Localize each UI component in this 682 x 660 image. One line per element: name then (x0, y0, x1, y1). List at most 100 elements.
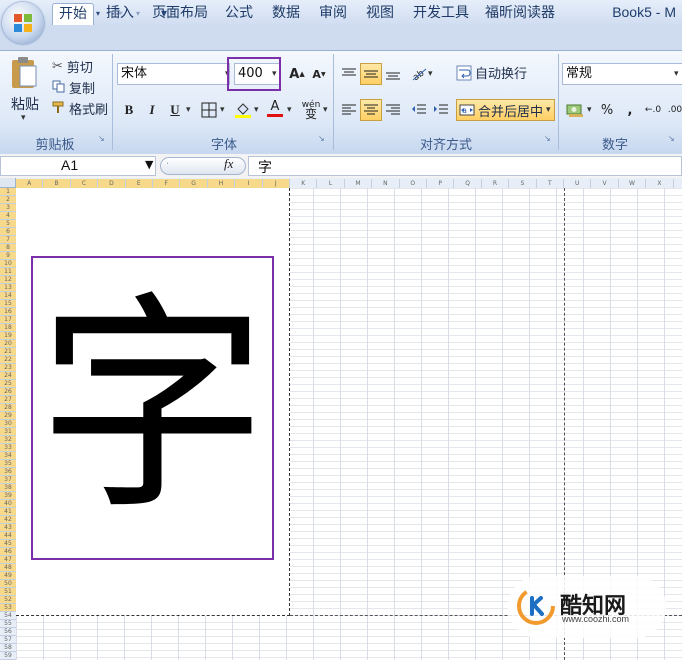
phonetic-dropdown-icon[interactable]: ▾ (323, 105, 328, 115)
row-header[interactable]: 50 (0, 580, 16, 588)
row-header[interactable]: 11 (0, 268, 16, 276)
column-header[interactable]: W (619, 179, 647, 188)
insert-function-icon[interactable]: fx (224, 156, 233, 172)
align-top-button[interactable] (338, 63, 360, 85)
row-header[interactable]: 26 (0, 388, 16, 396)
column-header[interactable]: L (317, 179, 345, 188)
tab-page-layout[interactable]: 页面布局 (146, 3, 214, 24)
italic-button[interactable]: I (141, 99, 163, 121)
column-header[interactable]: O (400, 179, 427, 188)
tab-foxit-reader[interactable]: 福昕阅读器 (479, 3, 561, 24)
align-right-button[interactable] (382, 99, 404, 121)
row-header[interactable]: 41 (0, 508, 16, 516)
paste-button[interactable]: 粘贴 (11, 94, 39, 114)
column-header[interactable]: K (290, 179, 318, 188)
row-header[interactable]: 2 (0, 196, 16, 204)
row-header[interactable]: 55 (0, 620, 16, 628)
row-header[interactable]: 56 (0, 628, 16, 636)
row-header[interactable]: 14 (0, 292, 16, 300)
row-header[interactable]: 58 (0, 644, 16, 652)
phonetic-guide-button[interactable]: wén 变 (298, 99, 324, 121)
borders-button[interactable] (198, 99, 220, 121)
row-header[interactable]: 5 (0, 220, 16, 228)
row-header[interactable]: 13 (0, 284, 16, 292)
row-header[interactable]: 31 (0, 428, 16, 436)
row-header[interactable]: 16 (0, 308, 16, 316)
row-header[interactable]: 4 (0, 212, 16, 220)
row-header[interactable]: 15 (0, 300, 16, 308)
row-header[interactable]: 37 (0, 476, 16, 484)
row-header[interactable]: 25 (0, 380, 16, 388)
row-header[interactable]: 36 (0, 468, 16, 476)
row-header[interactable]: 52 (0, 596, 16, 604)
row-header[interactable]: 49 (0, 572, 16, 580)
row-header[interactable]: 3 (0, 204, 16, 212)
row-header[interactable]: 53 (0, 604, 16, 612)
clipboard-launcher-icon[interactable]: ↘ (98, 134, 105, 143)
column-header[interactable]: M (345, 179, 373, 188)
column-header[interactable]: E (125, 179, 153, 188)
align-center-button[interactable] (360, 99, 382, 121)
row-header[interactable]: 1 (0, 188, 16, 196)
row-header[interactable]: 24 (0, 372, 16, 380)
column-header[interactable]: U (564, 179, 592, 188)
merge-center-dropdown-icon[interactable]: ▾ (546, 105, 551, 115)
row-header[interactable]: 44 (0, 532, 16, 540)
row-header[interactable]: 7 (0, 236, 16, 244)
office-button[interactable] (2, 2, 44, 44)
column-header[interactable]: A (16, 179, 44, 188)
row-header[interactable]: 47 (0, 556, 16, 564)
percent-style-button[interactable]: % (596, 99, 618, 121)
row-header[interactable]: 17 (0, 316, 16, 324)
column-header[interactable]: D (98, 179, 126, 188)
font-name-combo[interactable]: 宋体 (117, 63, 230, 85)
row-header[interactable]: 19 (0, 332, 16, 340)
increase-indent-button[interactable] (430, 99, 452, 121)
paste-dropdown-icon[interactable]: ▾ (21, 113, 26, 123)
decrease-decimal-button[interactable]: .00 (664, 99, 682, 121)
decrease-indent-button[interactable] (408, 99, 430, 121)
column-header[interactable]: P (427, 179, 455, 188)
accounting-format-button[interactable] (564, 99, 586, 121)
row-header[interactable]: 40 (0, 500, 16, 508)
align-left-button[interactable] (338, 99, 360, 121)
alignment-launcher-icon[interactable]: ↘ (544, 134, 551, 143)
paste-icon[interactable] (8, 56, 40, 90)
column-header[interactable]: V (591, 179, 619, 188)
row-header[interactable]: 18 (0, 324, 16, 332)
row-header[interactable]: 35 (0, 460, 16, 468)
row-header[interactable]: 22 (0, 356, 16, 364)
row-header[interactable]: 29 (0, 412, 16, 420)
align-middle-button[interactable] (360, 63, 382, 85)
formula-input[interactable] (248, 156, 682, 176)
row-header[interactable]: 32 (0, 436, 16, 444)
row-header[interactable]: 46 (0, 548, 16, 556)
column-header[interactable]: B (43, 179, 71, 188)
borders-dropdown-icon[interactable]: ▾ (220, 105, 225, 115)
increase-decimal-button[interactable]: ← .0 (642, 99, 664, 121)
row-header[interactable]: 12 (0, 276, 16, 284)
row-header[interactable]: 33 (0, 444, 16, 452)
column-header[interactable]: G (180, 179, 208, 188)
wrap-text-button[interactable]: 自动换行 (456, 63, 527, 82)
row-header[interactable]: 59 (0, 652, 16, 660)
comma-style-button[interactable]: , (619, 99, 641, 121)
row-header[interactable]: 38 (0, 484, 16, 492)
column-header[interactable]: N (372, 179, 400, 188)
row-header[interactable]: 57 (0, 636, 16, 644)
row-header[interactable]: 43 (0, 524, 16, 532)
column-header[interactable]: I (235, 179, 263, 188)
number-format-dropdown-icon[interactable]: ▾ (674, 69, 679, 79)
fill-color-button[interactable] (232, 99, 254, 121)
tab-data[interactable]: 数据 (266, 3, 306, 24)
tab-view[interactable]: 视图 (360, 3, 400, 24)
column-header[interactable]: R (482, 179, 510, 188)
column-header[interactable]: F (153, 179, 181, 188)
merge-center-button[interactable]: a 合并后居中 ▾ (456, 99, 555, 121)
column-header[interactable]: S (509, 179, 537, 188)
cut-button[interactable]: ✂ 剪切 (52, 57, 93, 76)
underline-dropdown-icon[interactable]: ▾ (186, 105, 191, 115)
row-header[interactable]: 8 (0, 244, 16, 252)
copy-button[interactable]: 复制 (52, 78, 95, 97)
grow-font-button[interactable]: A ▲ (286, 63, 308, 85)
